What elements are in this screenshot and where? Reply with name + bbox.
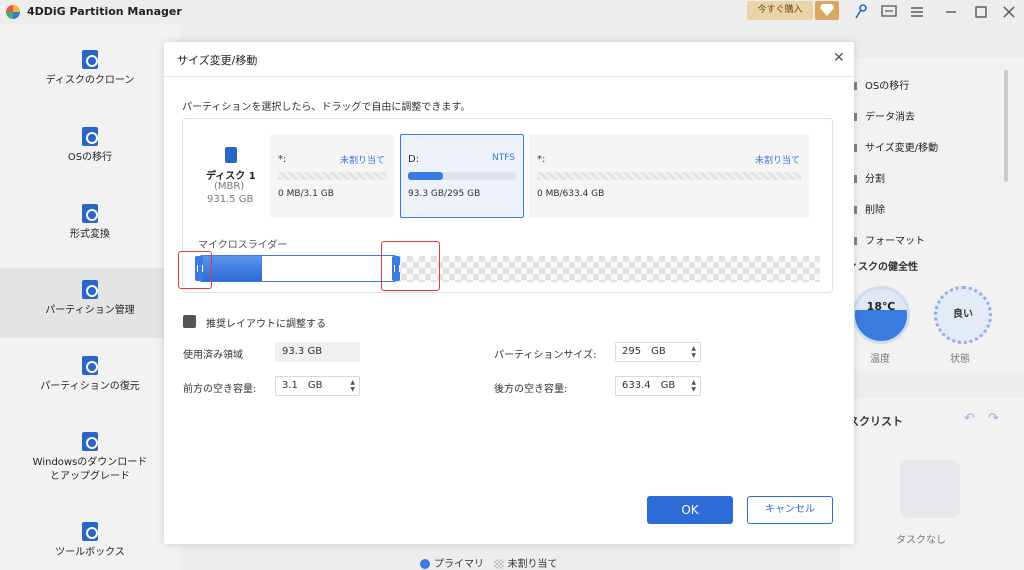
empty-clipboard-icon: [900, 460, 960, 518]
right-handle-highlight: [381, 241, 440, 291]
sidebar-item-format-convert[interactable]: 形式変換: [0, 204, 180, 242]
disk-size: 931.5 GB: [207, 194, 254, 205]
menu-icon[interactable]: [908, 3, 926, 21]
partition-usage-fill: [408, 172, 443, 180]
sidebar-item-windows-download[interactable]: Windowsのダウンロード とアップグレード: [0, 432, 180, 484]
partition-usage-bar: [537, 172, 801, 180]
task-empty-text: タスクなし: [896, 535, 946, 546]
redo-icon[interactable]: ↷: [988, 411, 999, 426]
optimize-layout-label: 推奨レイアウトに調整する: [206, 319, 326, 330]
before-free-space-label: 前方の空き容量:: [183, 384, 257, 395]
micro-slider-label: マイクロスライダー: [198, 240, 288, 251]
sidebar-item-disk-clone[interactable]: ディスクのクローン: [0, 50, 180, 88]
state-label: 状態: [950, 354, 970, 365]
after-free-space-input[interactable]: 633.4 GB ▲ ▼: [615, 376, 701, 396]
disk-name: ディスク 1: [206, 171, 256, 182]
format-convert-icon: [82, 204, 98, 223]
used-space-field: 93.3 GB: [275, 342, 360, 362]
partition-card-unallocated-front[interactable]: *: 未割り当て 0 MB/3.1 GB: [270, 134, 394, 218]
partition-management-icon: [82, 280, 98, 299]
partition-usage-bar: [278, 172, 386, 180]
disk-icon: [225, 147, 237, 163]
temperature-label: 温度: [870, 354, 890, 365]
action-os-migration[interactable]: OSの移行: [852, 77, 909, 92]
ok-button[interactable]: OK: [647, 496, 733, 524]
partition-recovery-icon: [82, 356, 98, 375]
dialog-close-icon[interactable]: ✕: [833, 50, 845, 66]
spinner-arrows-icon[interactable]: ▲ ▼: [691, 379, 696, 393]
app-title: 4DDiG Partition Manager: [27, 5, 182, 18]
partition-legend: プライマリ 未割り当て: [420, 555, 558, 570]
left-handle-highlight: [178, 251, 212, 289]
optimize-layout-checkbox[interactable]: [183, 315, 196, 328]
minimize-icon[interactable]: [942, 3, 960, 21]
before-free-space-input[interactable]: 3.1 GB ▲ ▼: [275, 376, 360, 396]
action-format[interactable]: フォーマット: [852, 232, 925, 247]
spinner-arrows-icon[interactable]: ▲ ▼: [350, 379, 355, 393]
cancel-button[interactable]: キャンセル: [747, 496, 833, 524]
disk-health-title: ィスクの健全性: [848, 262, 918, 273]
sidebar-item-partition-management[interactable]: パーティション管理: [0, 280, 180, 318]
action-split[interactable]: 分割: [852, 170, 885, 185]
spinner-arrows-icon[interactable]: ▲ ▼: [691, 345, 696, 359]
temperature-gauge: 18℃: [852, 286, 910, 344]
task-list-title: スクリスト: [848, 415, 903, 428]
used-space-label: 使用済み領域: [183, 350, 243, 361]
partition-card-unallocated-back[interactable]: *: 未割り当て 0 MB/633.4 GB: [529, 134, 809, 218]
instruction-text: パーティションを選択したら、ドラッグで自由に調整できます。: [182, 102, 471, 113]
premium-gem-icon[interactable]: [815, 1, 839, 20]
disk-clone-icon: [82, 50, 98, 69]
action-data-wipe[interactable]: データ消去: [852, 108, 915, 123]
dialog-divider: [164, 76, 854, 77]
partition-card-d[interactable]: D: NTFS 93.3 GB/295 GB: [400, 134, 524, 218]
primary-legend-icon: [420, 559, 430, 569]
state-gauge: 良い: [934, 286, 992, 344]
maximize-icon[interactable]: [972, 3, 990, 21]
dialog-title: サイズ変更/移動: [177, 54, 258, 67]
partition-size-label: パーティションサイズ:: [494, 350, 597, 361]
close-window-icon[interactable]: [1000, 3, 1018, 21]
toolbox-icon: [82, 522, 98, 541]
sidebar-item-partition-recovery[interactable]: パーティションの復元: [0, 356, 180, 394]
feedback-icon[interactable]: [880, 3, 898, 21]
sidebar-item-os-migration[interactable]: OSの移行: [0, 127, 180, 165]
unallocated-legend-icon: [493, 559, 504, 569]
right-panel-scrollbar[interactable]: [1004, 70, 1008, 182]
os-migration-icon: [82, 127, 98, 146]
partition-usage-bar: [408, 172, 516, 180]
undo-icon[interactable]: ↶: [964, 411, 975, 426]
after-free-space-label: 後方の空き容量:: [494, 384, 568, 395]
pin-icon[interactable]: [852, 3, 870, 21]
disk-type: (MBR): [214, 181, 245, 192]
windows-download-icon: [82, 432, 98, 451]
sidebar-item-toolbox[interactable]: ツールボックス: [0, 522, 180, 560]
buy-now-button[interactable]: 今すぐ購入: [747, 1, 813, 20]
action-delete[interactable]: 削除: [852, 201, 885, 216]
app-logo: [6, 5, 20, 19]
action-resize-move[interactable]: サイズ変更/移動: [852, 139, 938, 154]
partition-size-input[interactable]: 295 GB ▲ ▼: [615, 342, 701, 362]
